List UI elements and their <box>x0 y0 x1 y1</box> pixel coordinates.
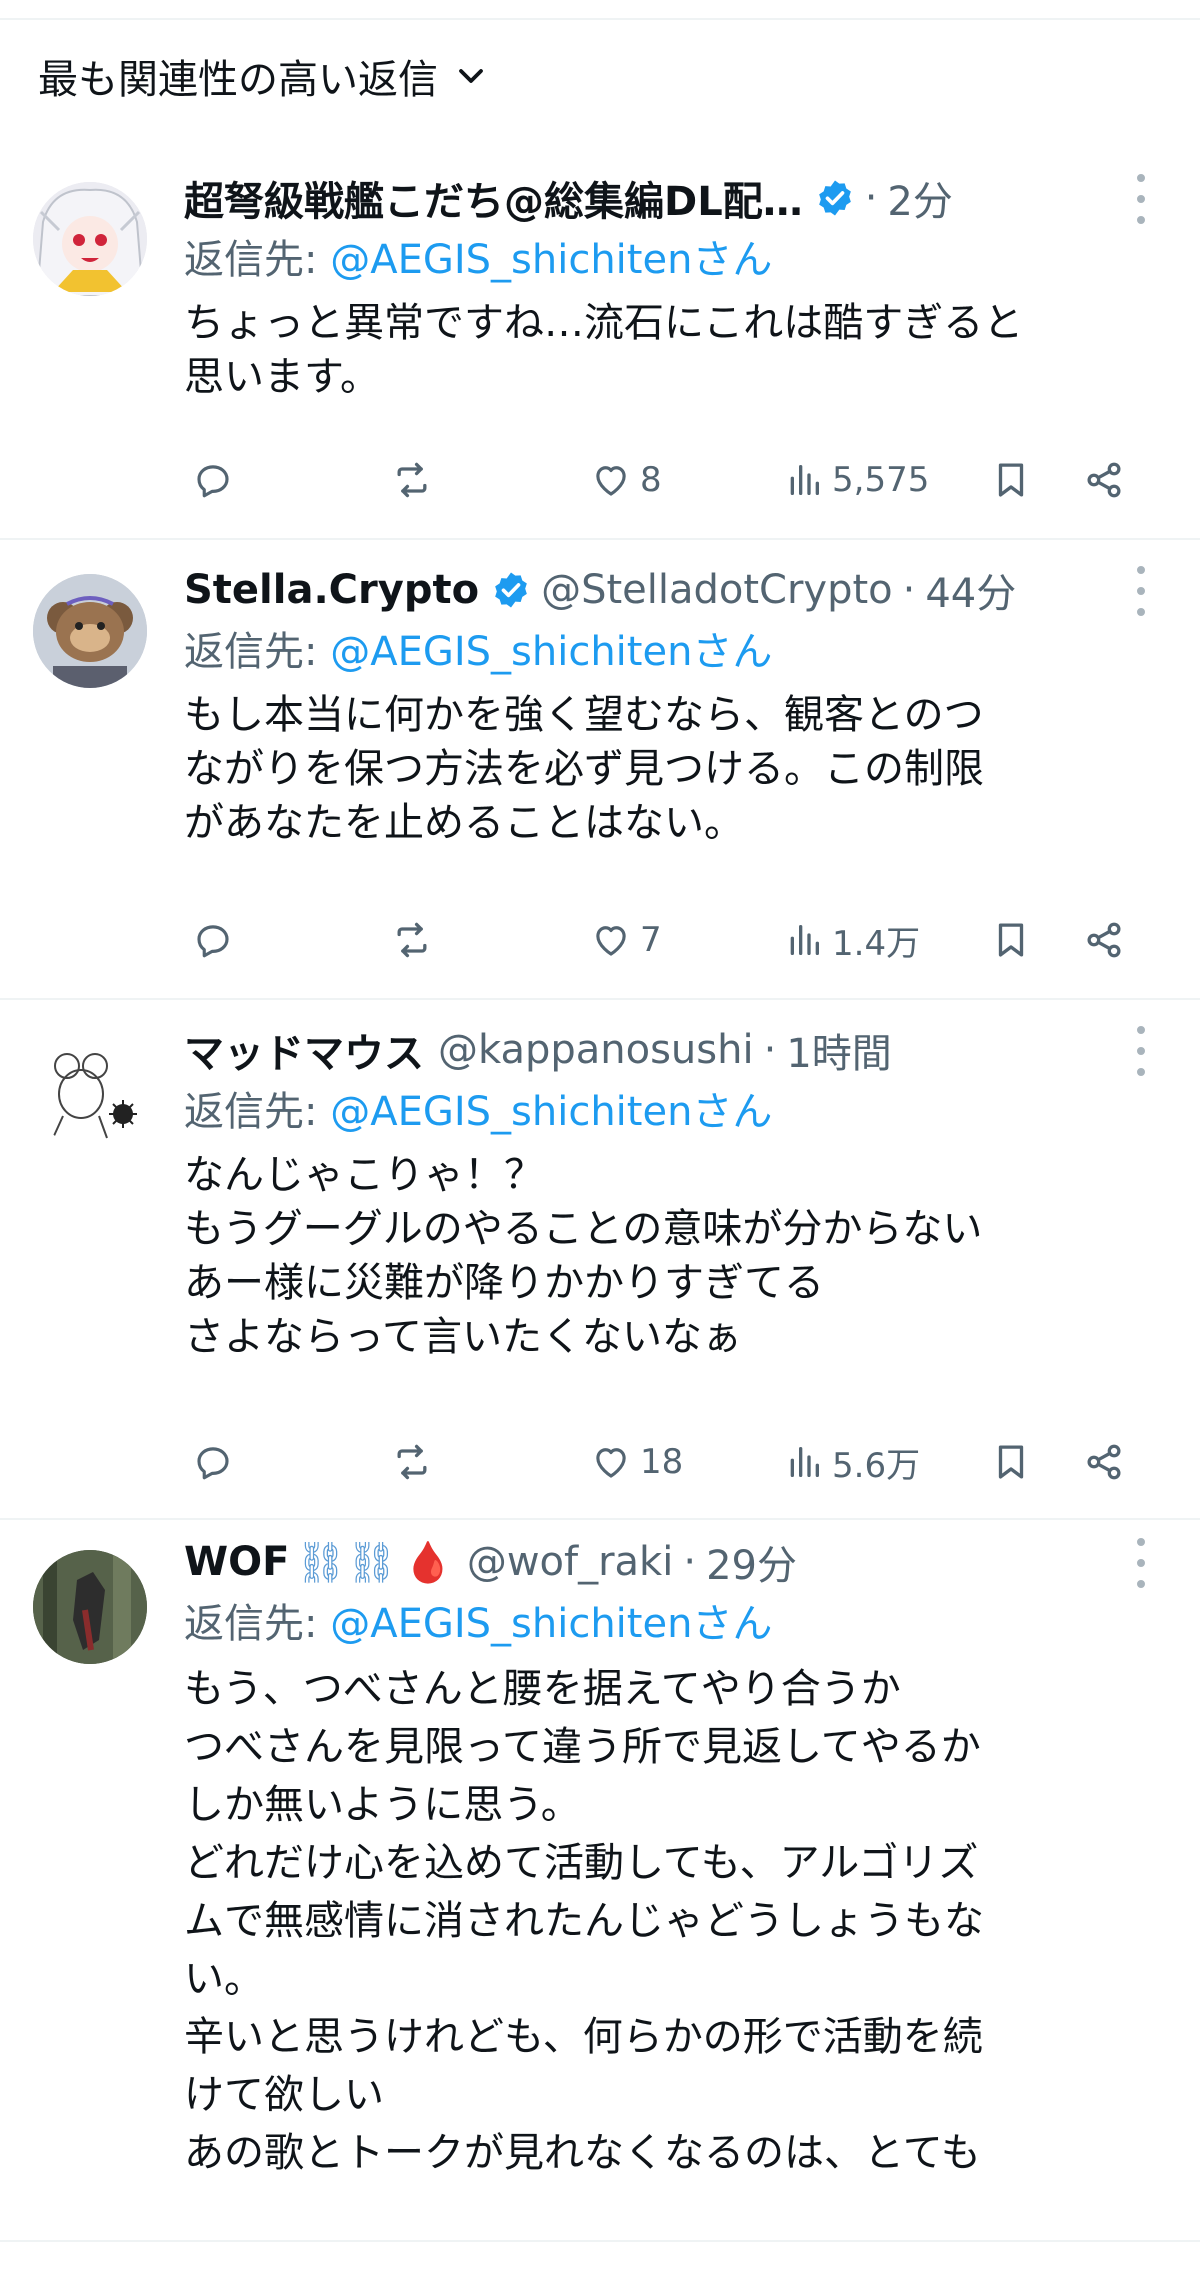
bookmark-button[interactable] <box>990 1434 1032 1490</box>
share-button[interactable] <box>1082 912 1126 968</box>
share-icon <box>1087 922 1121 958</box>
timestamp[interactable]: 29分 <box>706 1533 797 1591</box>
like-button[interactable]: 7 <box>590 912 662 968</box>
share-icon <box>1087 462 1121 498</box>
author-handle[interactable]: @StelladotCrypto <box>541 567 893 613</box>
verified-badge-icon <box>491 570 531 610</box>
timestamp[interactable]: 1時間 <box>786 1021 891 1079</box>
chevron-down-icon <box>456 61 486 91</box>
repost-button[interactable] <box>390 452 434 508</box>
share-button[interactable] <box>1082 1434 1126 1490</box>
reply-icon <box>197 925 229 958</box>
reply-to-handle-link[interactable]: @AEGIS_shichitenさん <box>330 629 772 675</box>
share-button[interactable] <box>1082 452 1126 508</box>
more-options-icon[interactable] <box>1128 174 1154 224</box>
like-button[interactable]: 8 <box>590 452 662 508</box>
bottom-divider <box>0 2240 1200 2242</box>
repost-button[interactable] <box>390 1434 434 1490</box>
views-button[interactable]: 5,575 <box>784 452 929 508</box>
timestamp[interactable]: 44分 <box>925 561 1016 619</box>
reply-icon <box>197 1447 229 1480</box>
action-bar: 18 5.6万 <box>184 1434 1184 1490</box>
author-handle[interactable]: @wof_raki <box>467 1539 674 1585</box>
repost-button[interactable] <box>390 912 434 968</box>
heart-icon <box>596 926 626 956</box>
reply-icon <box>197 465 229 498</box>
reply-to-prefix: 返信先: <box>184 1601 331 1647</box>
reply-to-line: 返信先: @AEGIS_shichitenさん <box>184 232 772 288</box>
reply-to-line: 返信先: @AEGIS_shichitenさん <box>184 624 772 680</box>
like-count: 8 <box>640 460 662 500</box>
view-count: 1.4万 <box>832 923 921 964</box>
sort-label: 最も関連性の高い返信 <box>38 57 438 103</box>
reply-tweet[interactable]: 超弩級戦艦こだち@総集編DL配… · 2分 返信先: @AEGIS_shichi… <box>0 150 1200 540</box>
repost-icon <box>397 922 427 958</box>
repost-icon <box>397 1444 427 1480</box>
views-button[interactable]: 1.4万 <box>784 912 920 968</box>
reply-to-prefix: 返信先: <box>184 1089 331 1135</box>
separator-dot: · <box>902 567 916 613</box>
action-bar: 8 5,575 <box>184 452 1184 508</box>
reply-tweet[interactable]: マッドマウス @kappanosushi · 1時間 返信先: @AEGIS_s… <box>0 1000 1200 1520</box>
author-name[interactable]: 超弩級戦艦こだち@総集編DL配… <box>184 169 803 227</box>
more-options-icon[interactable] <box>1128 566 1154 616</box>
like-button[interactable]: 18 <box>590 1434 683 1490</box>
more-options-icon[interactable] <box>1128 1026 1154 1076</box>
share-icon <box>1087 1444 1121 1480</box>
views-icon <box>790 465 819 495</box>
separator-dot: · <box>683 1539 697 1585</box>
tweet-text: もし本当に何かを強く望むなら、観客とのつ ながりを保つ方法を必ず見つける。この制… <box>184 692 984 846</box>
chain-emoji: ⛓⛓ <box>295 1539 398 1586</box>
separator-dot: · <box>864 175 878 221</box>
like-count: 7 <box>640 920 662 960</box>
avatar[interactable] <box>33 182 147 296</box>
author-handle[interactable]: @kappanosushi <box>438 1027 754 1073</box>
separator-dot: · <box>763 1027 777 1073</box>
reply-to-prefix: 返信先: <box>184 237 331 283</box>
sort-replies-dropdown[interactable]: 最も関連性の高い返信 <box>38 46 486 106</box>
reply-to-line: 返信先: @AEGIS_shichitenさん <box>184 1596 772 1652</box>
reply-to-handle-link[interactable]: @AEGIS_shichitenさん <box>330 1601 772 1647</box>
more-options-icon[interactable] <box>1128 1538 1154 1588</box>
reply-button[interactable] <box>192 912 234 968</box>
like-count: 18 <box>640 1442 684 1482</box>
tweet-text: ちょっと異常ですね…流石にこれは酷すぎると 思います。 <box>184 300 1024 400</box>
verified-badge-icon <box>815 178 855 218</box>
blood-drop-emoji: 🩸 <box>403 1539 453 1586</box>
reply-button[interactable] <box>192 452 234 508</box>
heart-icon <box>596 1448 626 1478</box>
action-bar: 7 1.4万 <box>184 912 1184 968</box>
tweet-text: なんじゃこりゃ！？ もうグーグルのやることの意味が分からない あー様に災難が降り… <box>184 1152 983 1360</box>
reply-tweet[interactable]: Stella.Crypto @StelladotCrypto · 44分 返信先… <box>0 540 1200 1000</box>
bookmark-button[interactable] <box>990 912 1032 968</box>
heart-icon <box>596 466 626 496</box>
avatar[interactable] <box>33 574 147 688</box>
reply-button[interactable] <box>192 1434 234 1490</box>
reply-to-handle-link[interactable]: @AEGIS_shichitenさん <box>330 237 772 283</box>
views-icon <box>790 925 819 955</box>
avatar[interactable] <box>33 1550 147 1664</box>
repost-icon <box>397 462 427 498</box>
view-count: 5.6万 <box>832 1445 921 1486</box>
views-icon <box>790 1447 819 1477</box>
bookmark-icon <box>998 923 1024 957</box>
author-name[interactable]: Stella.Crypto <box>184 567 479 613</box>
reply-to-line: 返信先: @AEGIS_shichitenさん <box>184 1084 772 1140</box>
bookmark-icon <box>998 463 1024 497</box>
bookmark-icon <box>998 1445 1024 1479</box>
view-count: 5,575 <box>832 460 930 500</box>
tweet-text: もう、つべさんと腰を据えてやり合うか つべさんを見限って違う所で見返してやるか … <box>184 1666 984 2176</box>
author-name[interactable]: WOF <box>184 1539 289 1585</box>
views-button[interactable]: 5.6万 <box>784 1434 920 1490</box>
reply-tweet[interactable]: WOF ⛓⛓ 🩸 @wof_raki · 29分 返信先: @AEGIS_shi… <box>0 1520 1200 2240</box>
avatar[interactable] <box>33 1034 147 1148</box>
bookmark-button[interactable] <box>990 452 1032 508</box>
timestamp[interactable]: 2分 <box>887 169 952 227</box>
reply-to-prefix: 返信先: <box>184 629 331 675</box>
author-name[interactable]: マッドマウス <box>184 1021 424 1079</box>
reply-to-handle-link[interactable]: @AEGIS_shichitenさん <box>330 1089 772 1135</box>
top-divider <box>0 18 1200 20</box>
